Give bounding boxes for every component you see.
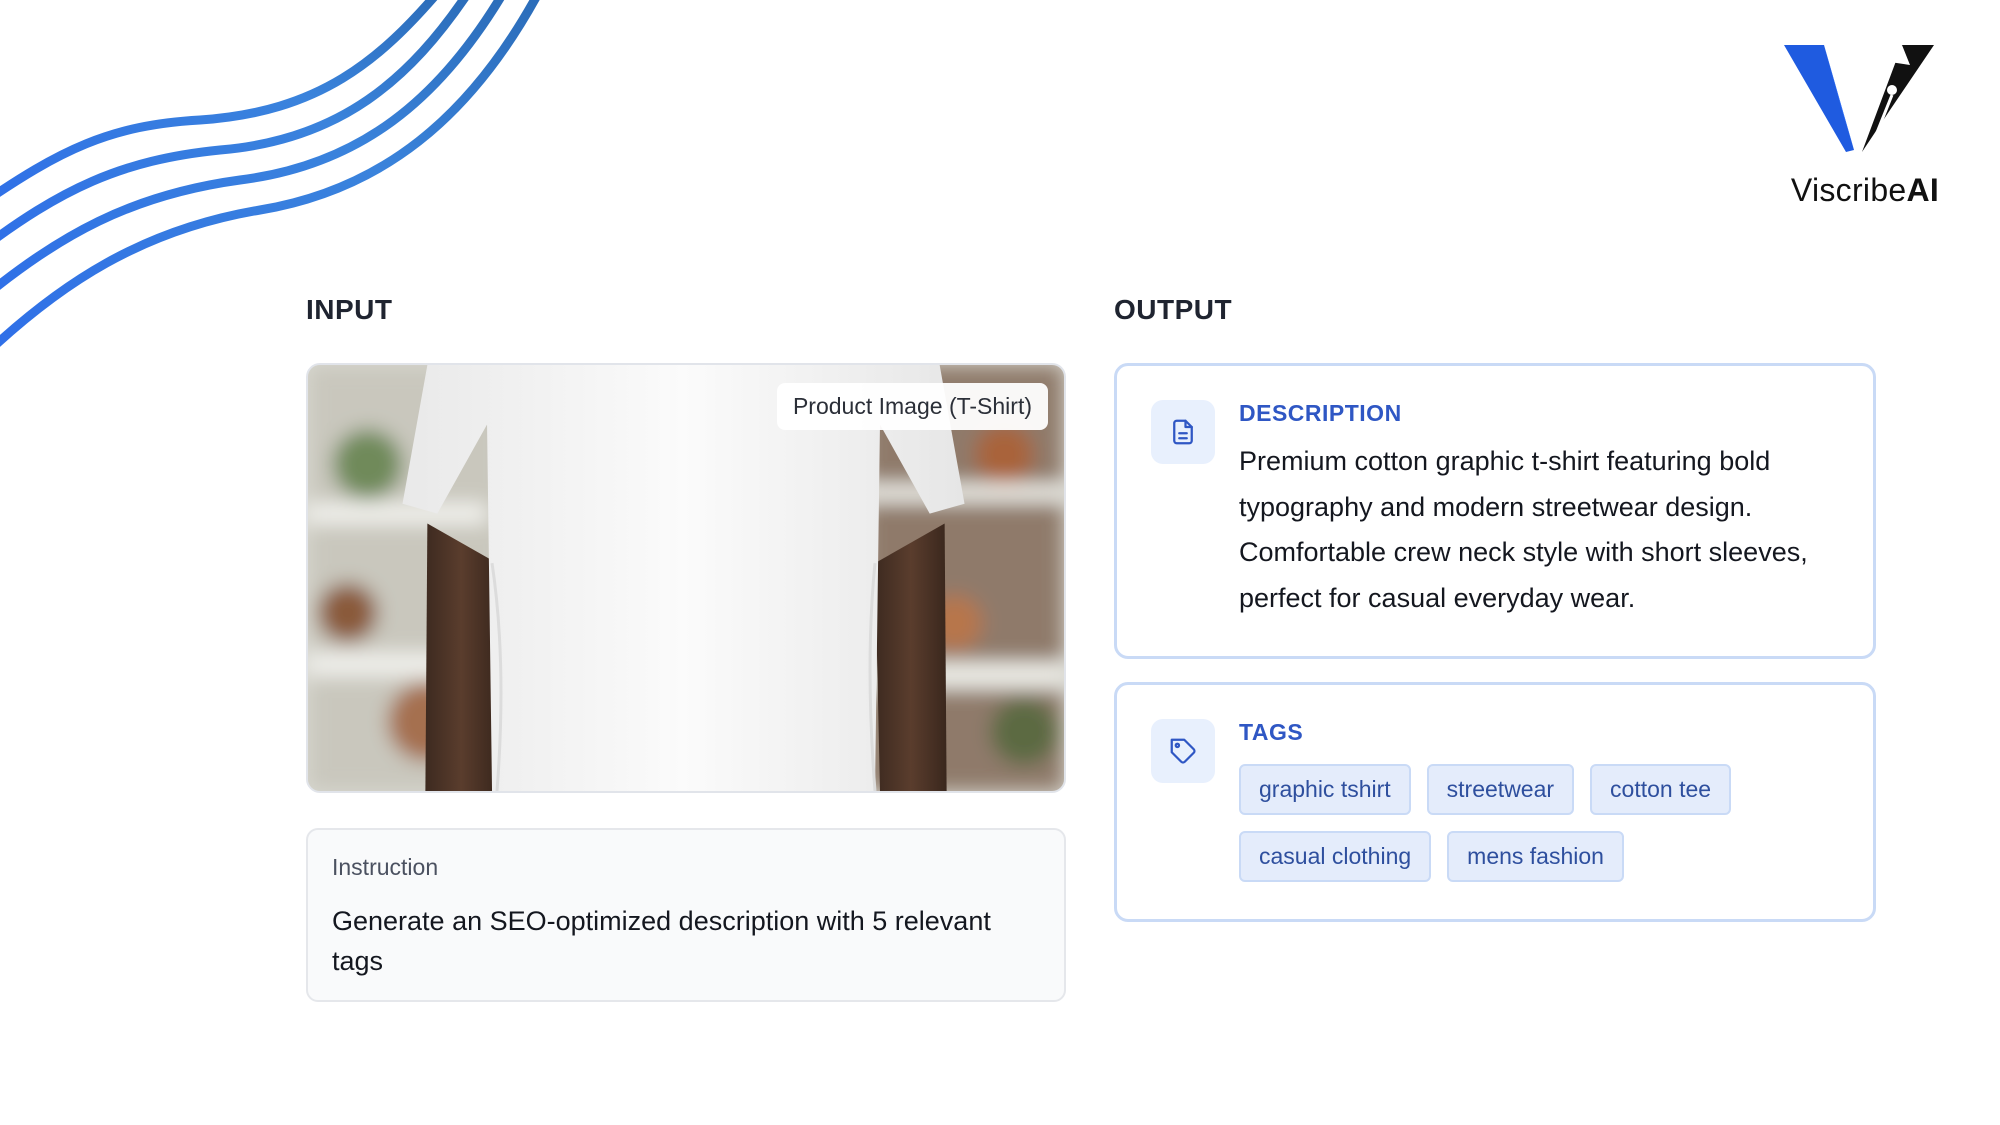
product-image-card: Product Image (T-Shirt)	[306, 363, 1066, 793]
instruction-label: Instruction	[332, 854, 439, 880]
brand-logo: ViscribeAI	[1770, 40, 1970, 220]
brand-name: ViscribeAI	[1790, 172, 1940, 208]
description-text: Premium cotton graphic t-shirt featuring…	[1239, 446, 1808, 613]
tag-chip: cotton tee	[1590, 764, 1732, 815]
instruction-card: Instruction Generate an SEO-optimized de…	[306, 828, 1066, 1002]
instruction-text: Generate an SEO-optimized description wi…	[332, 906, 991, 976]
document-icon	[1151, 400, 1215, 464]
tags-card: TAGS graphic tshirt streetwear cotton te…	[1114, 682, 1876, 922]
tag-chip: graphic tshirt	[1239, 764, 1411, 815]
tag-icon	[1151, 719, 1215, 783]
output-section-title: OUTPUT	[1114, 294, 1233, 325]
description-label: DESCRIPTION	[1239, 400, 1402, 426]
image-caption-badge: Product Image (T-Shirt)	[776, 383, 1048, 430]
tags-label: TAGS	[1239, 719, 1304, 745]
tag-list: graphic tshirt streetwear cotton tee cas…	[1239, 764, 1799, 882]
v-pen-nib-logo-icon	[1784, 45, 1934, 152]
tag-chip: streetwear	[1426, 764, 1575, 815]
input-section-title: INPUT	[306, 294, 393, 325]
tag-chip: casual clothing	[1239, 831, 1432, 882]
description-card: DESCRIPTION Premium cotton graphic t-shi…	[1114, 363, 1876, 659]
tag-chip: mens fashion	[1447, 831, 1624, 882]
decorative-wave-lines	[0, 0, 540, 347]
